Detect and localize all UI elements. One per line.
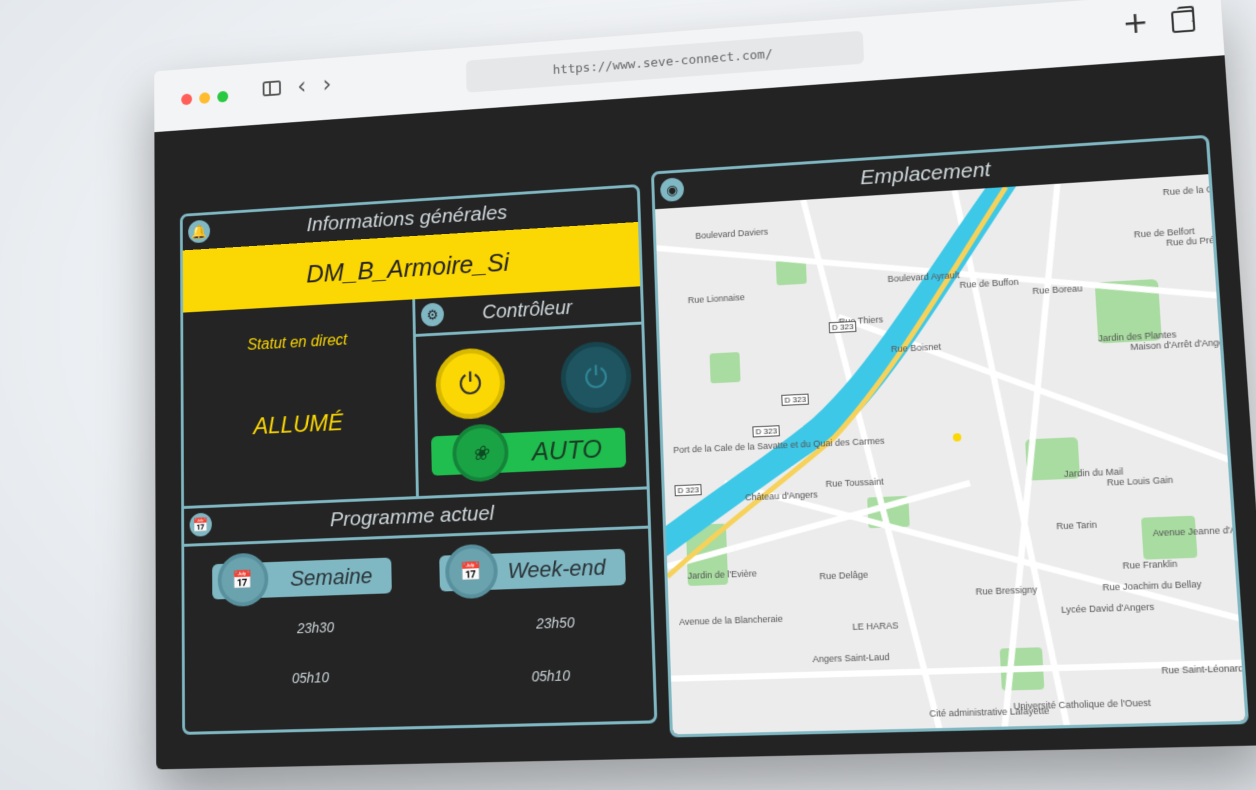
weekend-end-time: 05h10 <box>531 667 571 685</box>
window-controls <box>181 90 229 106</box>
calendar-clock-icon: 📅 <box>444 543 499 600</box>
road-number-badge: D 323 <box>752 425 781 438</box>
weekend-schedule-tab[interactable]: 📅 Week-end <box>439 543 626 600</box>
weekend-start-time: 23h50 <box>535 614 575 632</box>
device-location-marker[interactable] <box>952 433 962 442</box>
road-number-badge: D 323 <box>781 393 810 406</box>
location-title: Emplacement <box>859 158 992 190</box>
week-schedule-tab[interactable]: 📅 Semaine <box>212 552 392 608</box>
auto-mode-button[interactable]: ❀ AUTO <box>431 423 627 483</box>
leaf-icon: ❀ <box>451 423 510 483</box>
device-name: DM_B_Armoire_Si <box>306 246 510 288</box>
maximize-window-button[interactable] <box>217 90 229 103</box>
map-label: Rue Delâge <box>819 569 869 582</box>
controller-icon: ⚙ <box>418 300 447 329</box>
road-number-badge: D 323 <box>674 484 703 497</box>
map-label: Rue Bressigny <box>975 584 1038 597</box>
week-start-time: 23h30 <box>297 619 335 637</box>
map-label: Angers Saint-Laud <box>812 651 890 665</box>
week-end-time: 05h10 <box>291 669 330 687</box>
forward-arrow-icon[interactable]: › <box>323 71 332 98</box>
new-tab-button[interactable]: + <box>1121 5 1149 41</box>
location-panel: ◉ Emplacement Boulevard Daviers Boulevar… <box>650 134 1250 738</box>
general-info-panel: 🔔 Informations générales DM_B_Armoire_Si… <box>179 184 658 735</box>
close-window-button[interactable] <box>181 93 193 106</box>
calendar-icon: 📅 <box>187 510 214 539</box>
weekend-label: Week-end <box>507 554 606 584</box>
power-off-button[interactable]: ⏻ <box>559 339 633 415</box>
power-icon: ⏻ <box>458 365 482 402</box>
sidebar-toggle-icon[interactable] <box>262 80 281 97</box>
back-arrow-icon[interactable]: ‹ <box>297 73 306 100</box>
location-pin-icon: ◉ <box>657 175 687 205</box>
address-bar[interactable]: https://www.seve-connect.com/ <box>465 30 865 93</box>
dashboard: 🔔 Informations générales DM_B_Armoire_Si… <box>154 55 1256 770</box>
power-off-icon: ⏻ <box>583 359 609 396</box>
auto-label: AUTO <box>531 432 603 466</box>
program-title: Programme actuel <box>329 501 495 532</box>
browser-window: ‹ › https://www.seve-connect.com/ + 🔔 In… <box>154 0 1256 770</box>
power-on-button[interactable]: ⏻ <box>435 346 506 421</box>
park-area <box>709 352 741 384</box>
status-label: Statut en direct <box>247 331 348 354</box>
map-canvas <box>655 174 1245 734</box>
week-label: Semaine <box>289 563 373 591</box>
map-view[interactable]: Boulevard Daviers Boulevard Ayrault Rue de… <box>655 174 1246 735</box>
road-number-badge: D 323 <box>828 320 857 334</box>
map-label: Rue Franklin <box>1122 558 1178 571</box>
controller-title: Contrôleur <box>482 296 573 324</box>
map-label: LE HARAS <box>852 620 899 633</box>
map-label: Rue Saint-Léonard <box>1161 662 1245 676</box>
tabs-overview-icon[interactable] <box>1170 9 1196 34</box>
browser-nav: ‹ › <box>262 71 332 100</box>
calendar-clock-icon: 📅 <box>217 552 269 608</box>
controller-section: ⚙ Contrôleur ⏻ ⏻ ❀ AUTO <box>415 286 647 500</box>
bell-icon: 🔔 <box>186 217 212 246</box>
minimize-window-button[interactable] <box>199 92 211 104</box>
status-value: ALLUMÉ <box>253 409 344 440</box>
map-label: Rue Tarin <box>1056 519 1098 532</box>
live-status: Statut en direct ALLUMÉ <box>183 299 419 509</box>
